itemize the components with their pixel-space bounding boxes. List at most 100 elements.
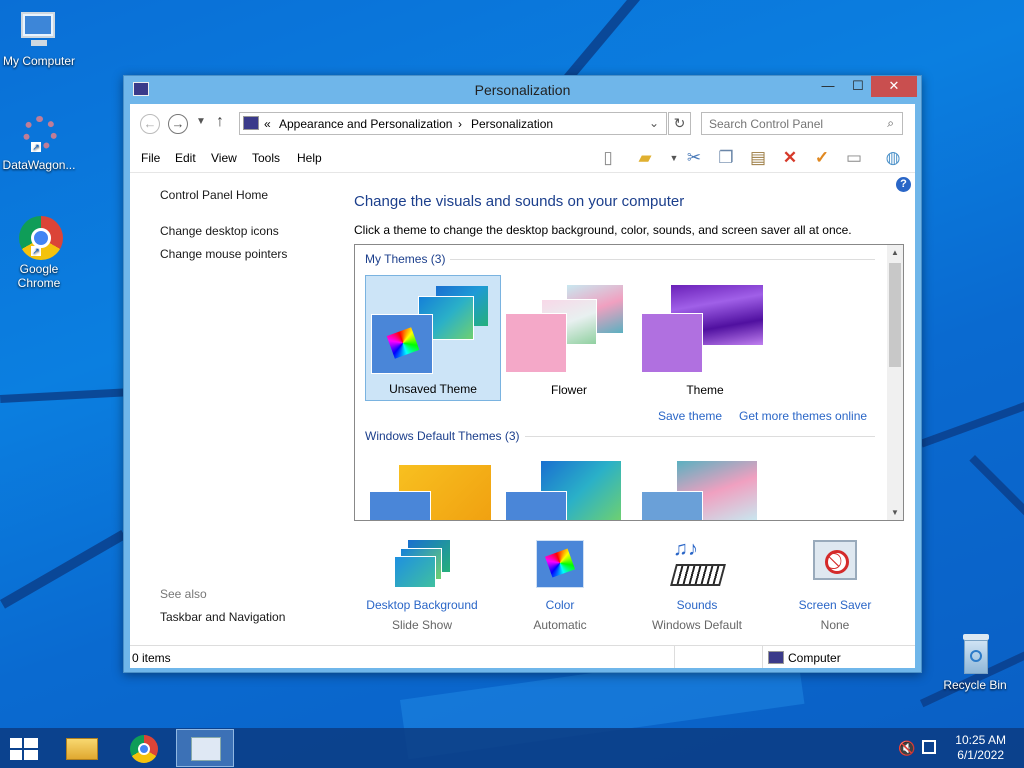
desktop-icon-label: Google Chrome <box>17 262 61 290</box>
color-value: Automatic <box>533 618 587 632</box>
theme-default-2[interactable] <box>501 457 637 520</box>
cut-icon[interactable]: ✂ <box>683 147 705 169</box>
clock-date: 6/1/2022 <box>957 748 1004 762</box>
see-also-label: See also <box>160 587 207 601</box>
folder-icon <box>66 738 98 760</box>
status-item-count: 0 items <box>132 651 171 665</box>
system-clock[interactable]: 10:25 AM 6/1/2022 <box>955 733 1006 763</box>
menu-view[interactable]: View <box>211 151 237 165</box>
delete-icon[interactable]: ✕ <box>779 147 801 169</box>
recent-pages-chevron-icon[interactable]: ▼ <box>196 116 206 127</box>
status-location: Computer <box>788 651 841 665</box>
control-panel-icon <box>191 737 221 761</box>
volume-muted-icon[interactable]: 🔇 <box>898 740 915 757</box>
scroll-up-icon[interactable]: ▲ <box>891 248 899 257</box>
menu-edit[interactable]: Edit <box>175 151 196 165</box>
title-bar[interactable]: Personalization — ☐ ✕ <box>124 76 921 104</box>
close-button[interactable]: ✕ <box>871 76 917 97</box>
taskbar-control-panel[interactable] <box>176 729 234 767</box>
color-label: Color <box>545 598 575 612</box>
get-more-themes-link[interactable]: Get more themes online <box>739 409 867 423</box>
desktop-icon-chrome[interactable]: ↗ Google Chrome <box>0 216 79 290</box>
taskbar-navigation-link[interactable]: Taskbar and Navigation <box>160 610 285 624</box>
desktop-icon-my-computer[interactable]: My Computer <box>0 8 79 68</box>
theme-flower[interactable]: Flower <box>501 275 637 401</box>
sounds-item[interactable]: ♫♪ Sounds Windows Default <box>627 538 767 632</box>
copy-icon[interactable]: ❐ <box>715 147 737 169</box>
theme-default-3[interactable] <box>637 457 773 520</box>
breadcrumb-personalization[interactable]: Personalization <box>471 117 553 131</box>
up-arrow-icon[interactable]: ↑ <box>216 113 224 131</box>
color-item[interactable]: Color Automatic <box>490 538 630 632</box>
start-button[interactable] <box>10 738 38 760</box>
color-swatch-icon <box>371 314 433 374</box>
desktop-background-item[interactable]: Desktop Background Slide Show <box>352 538 492 632</box>
search-input[interactable] <box>702 113 872 134</box>
color-icon <box>532 538 588 592</box>
desktop-background-value: Slide Show <box>391 618 453 632</box>
desktop-background-label: Desktop Background <box>366 598 478 612</box>
shell-icon[interactable]: ◍ <box>882 147 904 169</box>
maximize-button[interactable]: ☐ <box>844 76 872 97</box>
clock-time: 10:25 AM <box>955 733 1006 747</box>
folder-options-icon[interactable]: ▰ <box>634 147 656 169</box>
desktop-icon-datawagon[interactable]: ↗ DataWagon... <box>0 112 79 172</box>
save-theme-link[interactable]: Save theme <box>658 409 722 423</box>
theme-default-1[interactable] <box>365 457 501 520</box>
paste-icon[interactable]: ▤ <box>747 147 769 169</box>
theme-theme[interactable]: Theme <box>637 275 773 401</box>
checkmark-icon[interactable]: ✓ <box>811 147 833 169</box>
color-swatch-icon <box>641 491 703 520</box>
section-divider <box>525 436 875 437</box>
scrollbar-thumb[interactable] <box>889 263 901 367</box>
status-bar: 0 items Computer <box>130 645 915 668</box>
screen-saver-label: Screen Saver <box>798 598 872 612</box>
my-themes-header: My Themes (3) <box>365 252 446 266</box>
themes-scrollbar[interactable]: ▲ ▼ <box>887 245 903 520</box>
breadcrumb-separator[interactable]: › <box>458 117 462 131</box>
refresh-icon[interactable]: ↻ <box>668 112 691 135</box>
address-box[interactable]: « Appearance and Personalization › Perso… <box>239 112 667 135</box>
gear-shortcut-icon: ↗ <box>17 112 61 156</box>
screen-saver-icon: ⃠ <box>807 538 863 592</box>
search-icon[interactable]: ⌕ <box>887 116 894 131</box>
menu-tools[interactable]: Tools <box>252 151 280 165</box>
sounds-label: Sounds <box>676 598 718 612</box>
menu-file[interactable]: File <box>141 151 160 165</box>
menu-bar: File Edit View Tools Help ▯ ▰ ▼ ✂ ❐ ▤ ✕ … <box>130 143 915 173</box>
forward-arrow-icon[interactable]: → <box>168 114 188 134</box>
search-box[interactable]: ⌕ <box>701 112 903 135</box>
back-arrow-icon[interactable]: ← <box>140 114 160 134</box>
help-icon[interactable]: ? <box>896 177 911 192</box>
options-dropdown-icon[interactable]: ▼ <box>663 147 685 169</box>
desktop-icon-label: DataWagon... <box>2 158 76 172</box>
page-heading: Change the visuals and sounds on your co… <box>354 193 685 210</box>
recycle-bin-icon <box>953 632 997 676</box>
change-mouse-pointers-link[interactable]: Change mouse pointers <box>160 247 287 261</box>
sounds-icon: ♫♪ <box>669 538 726 592</box>
theme-unsaved[interactable]: Unsaved Theme <box>365 275 501 401</box>
taskbar-file-explorer[interactable] <box>52 729 110 767</box>
preview-pane-icon[interactable]: ▯ <box>597 147 619 169</box>
scroll-down-icon[interactable]: ▼ <box>891 508 899 517</box>
properties-icon[interactable]: ▭ <box>843 147 865 169</box>
themes-list: My Themes (3) Unsaved Theme Flower Theme… <box>354 244 904 521</box>
taskbar-chrome[interactable] <box>115 729 173 767</box>
theme-name: Flower <box>550 383 587 397</box>
computer-small-icon <box>768 651 784 664</box>
desktop-icon-recycle-bin[interactable]: Recycle Bin <box>935 632 1015 692</box>
menu-help[interactable]: Help <box>297 151 322 165</box>
network-icon[interactable] <box>922 740 936 754</box>
address-dropdown-icon[interactable]: ⌄ <box>649 116 659 130</box>
taskbar: 🔇 10:25 AM 6/1/2022 <box>0 728 1024 768</box>
minimize-button[interactable]: — <box>814 76 842 97</box>
control-panel-home-link[interactable]: Control Panel Home <box>160 188 268 202</box>
desktop-icon-label: My Computer <box>2 54 76 68</box>
screen-saver-item[interactable]: ⃠ Screen Saver None <box>765 538 905 632</box>
breadcrumb-appearance[interactable]: Appearance and Personalization <box>279 117 452 131</box>
screen-saver-value: None <box>820 618 850 632</box>
breadcrumb-overflow[interactable]: « <box>264 117 271 131</box>
section-divider <box>450 259 875 260</box>
page-subtext: Click a theme to change the desktop back… <box>354 223 852 237</box>
change-desktop-icons-link[interactable]: Change desktop icons <box>160 224 279 238</box>
